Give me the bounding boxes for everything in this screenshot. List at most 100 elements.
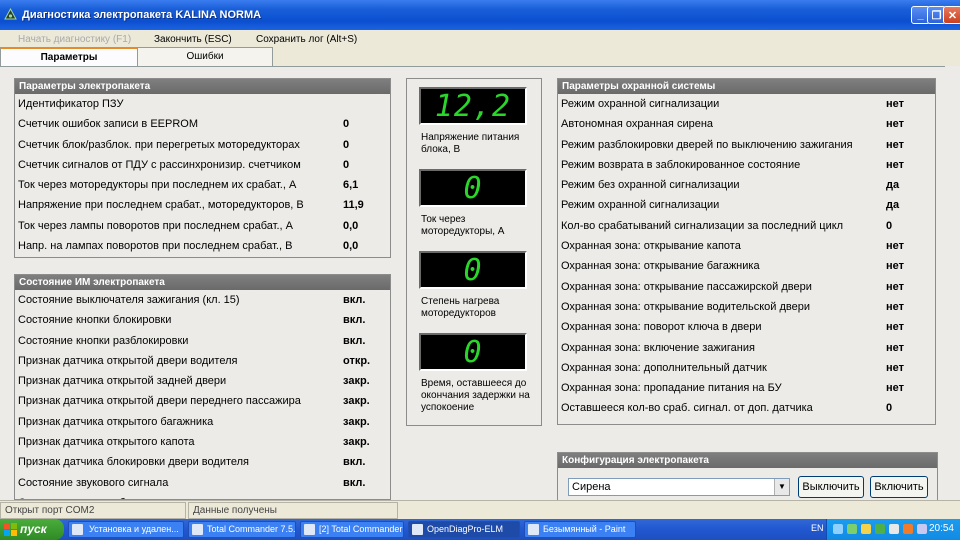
- security-value: нет: [886, 321, 905, 334]
- tray-network-icon[interactable]: [833, 524, 843, 534]
- security-label: Режим охранной сигнализации: [561, 98, 720, 110]
- security-row: Оставшееся кол-во сраб. сигнал. от доп. …: [558, 398, 935, 418]
- param-row: Идентификатор ПЗУ: [15, 94, 390, 114]
- right-gutter: [945, 66, 960, 500]
- task-opendiagpro[interactable]: OpenDiagPro-ELM: [408, 521, 520, 538]
- security-row: Охранная зона: открывание пассажирской д…: [558, 277, 935, 297]
- security-value: нет: [886, 280, 905, 293]
- security-value: нет: [886, 260, 905, 273]
- im-state-row: Признак датчика открытой задней двери зак…: [15, 371, 390, 391]
- task-icon: [528, 524, 539, 535]
- im-state-label: Признак датчика открытой задней двери: [18, 375, 227, 388]
- close-button[interactable]: ✕: [943, 6, 960, 24]
- lcd-motor-current-caption: Ток через моторедукторы, А: [421, 214, 505, 237]
- im-state-row: Состояние кнопки разблокировки вкл.: [15, 331, 390, 351]
- security-row: Охранная зона: поворот ключа в двери нет: [558, 317, 935, 337]
- start-button[interactable]: пуск: [0, 519, 64, 540]
- im-state-label: Состояние выключателя зажигания (кл. 15): [18, 294, 240, 306]
- security-row: Режим разблокировки дверей по выключению…: [558, 135, 935, 155]
- security-label: Оставшееся кол-во сраб. сигнал. от доп. …: [561, 402, 813, 415]
- window-title: Диагностика электропакета KALINA NORMA: [22, 9, 262, 21]
- im-state-label: Состояние звукового сигнала: [18, 476, 169, 489]
- menu-start-diagnostics[interactable]: Начать диагностику (F1): [18, 34, 131, 45]
- tray-app-icon[interactable]: [875, 524, 885, 534]
- security-value: нет: [886, 341, 905, 354]
- im-state-value: выкл.: [343, 493, 375, 499]
- param-value: 0: [343, 158, 350, 171]
- security-label: Режим возврата в заблокированное состоян…: [561, 158, 801, 171]
- param-row: Ток через лампы поворотов при последнем …: [15, 216, 390, 236]
- task-add-remove[interactable]: Установка и удален...: [68, 521, 184, 538]
- tray-app-icon[interactable]: [917, 524, 927, 534]
- param-value: 0,0: [343, 240, 359, 253]
- task-label: Установка и удален...: [89, 524, 179, 534]
- lcd-voltage: 12,2: [419, 87, 527, 125]
- task-icon: [192, 524, 203, 535]
- status-bar: Открыт порт COM2 Данные получены: [0, 500, 960, 519]
- param-value: 6,1: [343, 179, 359, 192]
- task-label: Безымянный - Paint: [543, 524, 626, 534]
- menu-save-log[interactable]: Сохранить лог (Alt+S): [256, 34, 357, 45]
- im-state-label: Состояние кнопки разблокировки: [18, 334, 189, 347]
- param-row: Напряжение при последнем срабат., моторе…: [15, 195, 390, 215]
- task-paint[interactable]: Безымянный - Paint: [524, 521, 636, 538]
- security-label: Режим охранной сигнализации: [561, 199, 720, 212]
- im-state-label: Признак датчика открытой двери водителя: [18, 354, 238, 367]
- im-state-value: закр.: [343, 436, 370, 449]
- security-row: Автономная охранная сирена нет: [558, 114, 935, 134]
- chevron-down-icon[interactable]: ▼: [774, 479, 789, 495]
- tab-errors[interactable]: Ошибки: [137, 47, 273, 66]
- security-value: нет: [886, 118, 905, 131]
- security-row: Режим охранной сигнализации нет: [558, 94, 935, 114]
- param-row: Счетчик ошибок записи в EEPROM 0: [15, 114, 390, 134]
- security-row: Охранная зона: включение зажигания нет: [558, 338, 935, 358]
- im-state-value: вкл.: [343, 456, 366, 469]
- im-state-value: откр.: [343, 354, 371, 367]
- security-value: нет: [886, 361, 905, 374]
- im-state-label: Признак датчика открытой двери переднего…: [18, 395, 301, 408]
- security-row: Охранная зона: дополнительный датчик нет: [558, 358, 935, 378]
- language-indicator[interactable]: EN: [811, 523, 824, 533]
- config-select[interactable]: Сирена ▼: [568, 478, 790, 496]
- security-label: Охранная зона: поворот ключа в двери: [561, 321, 762, 334]
- im-state-label: Признак датчика блокировки двери водител…: [18, 456, 249, 469]
- im-state-value: вкл.: [343, 476, 366, 489]
- security-value: нет: [886, 382, 905, 395]
- disable-button[interactable]: Выключить: [798, 476, 864, 498]
- security-row: Охранная зона: открывание водительской д…: [558, 297, 935, 317]
- security-value: 0: [886, 402, 893, 415]
- task-total-commander[interactable]: Total Commander 7.5...: [188, 521, 296, 538]
- tray-app-icon[interactable]: [847, 524, 857, 534]
- security-row: Режим возврата в заблокированное состоян…: [558, 155, 935, 175]
- tray-app-icon[interactable]: [861, 524, 871, 534]
- task-total-commander-2[interactable]: [2] Total Commander ...: [300, 521, 404, 538]
- im-state-value: закр.: [343, 395, 370, 408]
- param-value: 11,9: [343, 199, 364, 212]
- param-label: Счетчик блок/разблок. при перегретых мот…: [18, 138, 300, 151]
- im-state-label: Признак датчика открытого багажника: [18, 415, 214, 428]
- menu-finish[interactable]: Закончить (ESC): [154, 34, 232, 45]
- security-value: нет: [886, 240, 905, 253]
- security-row: Кол-во срабатываний сигнализации за посл…: [558, 216, 935, 236]
- param-row: Напр. на лампах поворотов при последнем …: [15, 236, 390, 256]
- tray-app-icon[interactable]: [903, 524, 913, 534]
- im-state-row: Состояние кнопки блокировки вкл.: [15, 310, 390, 330]
- param-label: Ток через моторедукторы при последнем их…: [18, 179, 297, 192]
- tab-parameters[interactable]: Параметры: [0, 47, 138, 67]
- security-row: Режим охранной сигнализации да: [558, 195, 935, 215]
- tray-volume-icon[interactable]: [889, 524, 899, 534]
- im-state-value: закр.: [343, 415, 370, 428]
- security-label: Охранная зона: открывание пассажирской д…: [561, 280, 812, 293]
- start-label: пуск: [20, 522, 47, 536]
- taskbar: пуск Установка и удален... Total Command…: [0, 519, 960, 540]
- security-value: 0: [886, 219, 893, 232]
- im-state-panel: Состояние ИМ электропакета Состояние вык…: [14, 274, 391, 500]
- security-value: нет: [886, 158, 905, 171]
- status-data: Данные получены: [188, 502, 398, 519]
- security-row: Охранная зона: открывание капота нет: [558, 236, 935, 256]
- enable-button[interactable]: Включить: [870, 476, 928, 498]
- close-icon: ✕: [947, 9, 958, 22]
- indicators-panel: 12,2 Напряжение питания блока, В 0 Ток ч…: [406, 78, 542, 426]
- windows-flag-icon: [4, 523, 17, 536]
- task-icon: [304, 524, 315, 535]
